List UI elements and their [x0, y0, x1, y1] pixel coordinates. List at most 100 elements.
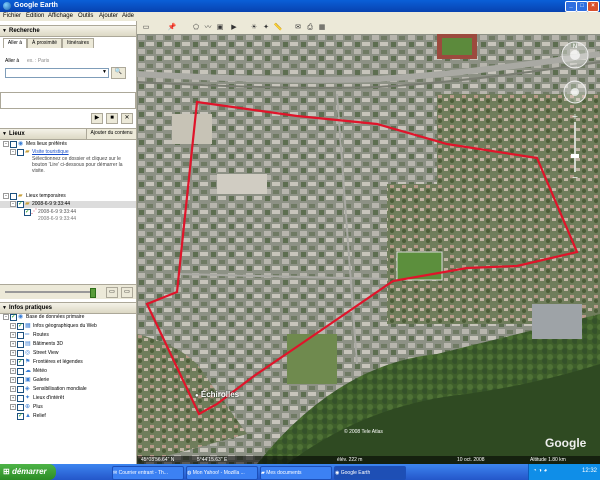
altitude-readout: Altitude 1.80 km [530, 457, 566, 463]
lon-readout: 5°44'15.63" E [197, 457, 228, 463]
search-hint: ex. : Paris [27, 58, 50, 64]
search-label: Aller à [5, 58, 20, 64]
tree-item-temporary-places[interactable]: − ▰ Lieux temporaires [0, 193, 136, 200]
tree-item-my-places[interactable]: − ◉ Mes lieux préférés [0, 141, 136, 148]
layer-item[interactable]: + ═ Routes [0, 332, 136, 339]
menu-affichage[interactable]: Affichage [48, 13, 73, 19]
layer-checkbox[interactable] [17, 358, 24, 366]
dropdown-arrow-icon[interactable]: ▼ [102, 69, 107, 75]
menu-fichier[interactable]: Fichier [3, 13, 21, 19]
lat-readout: 45°08'56.64" N [141, 457, 175, 463]
add-content-button[interactable]: Ajouter du contenu [86, 128, 137, 140]
layer-checkbox[interactable] [17, 386, 24, 393]
stop-button[interactable]: ■ [106, 113, 118, 124]
layer-item[interactable]: −◉Base de données primaire [0, 313, 136, 321]
layer-item[interactable]: +▦Infos géographiques du Web [0, 322, 136, 330]
menu-outils[interactable]: Outils [78, 13, 93, 19]
layer-checkbox[interactable] [17, 404, 24, 411]
slider-thumb[interactable] [90, 288, 96, 298]
layer-checkbox[interactable] [17, 395, 24, 402]
search-button[interactable]: 🔍 [111, 67, 126, 79]
layer-label: Météo [33, 368, 47, 374]
placemark-icon[interactable]: 📌 [167, 23, 177, 32]
poi-icon: ✦ [25, 395, 31, 401]
search-input[interactable]: ▼ [5, 68, 109, 78]
layer-item[interactable]: + ⊕ Plus [0, 404, 136, 411]
layer-item[interactable]: +⚑Frontières et légendes [0, 358, 136, 366]
layer-label: Relief [33, 413, 46, 419]
tree-item-track[interactable]: ⋰ 2008-6-9 9:33:44 [0, 208, 136, 216]
sky-icon[interactable]: ✦ [261, 23, 271, 32]
task-my-documents[interactable]: ▰ Mes documents [260, 466, 332, 480]
overlay-icon[interactable]: ▣ [215, 23, 225, 32]
layer-item[interactable]: + ✦ Lieux d'intérêt [0, 395, 136, 402]
search-panel-header[interactable]: ▼ Recherche [0, 25, 136, 37]
title-bar: Google Earth _ □ × [0, 0, 600, 12]
layer-label: Galerie [33, 377, 50, 383]
layer-item[interactable]: ▲Relief [0, 412, 136, 420]
layer-checkbox[interactable] [17, 368, 24, 375]
tree-item-visite[interactable]: − ▰ Visite touristique [0, 149, 136, 156]
sun-icon[interactable]: ☀ [249, 23, 259, 32]
place-marker-icon: ● [195, 393, 199, 399]
tour-icon[interactable]: ▶ [229, 23, 239, 32]
look-control[interactable]: N [560, 40, 590, 70]
tour-slider[interactable] [5, 291, 93, 293]
search-results [0, 92, 136, 109]
place-label: ● Échirolles [195, 390, 240, 399]
tray-icons[interactable]: ◔ ◑ ◕ [533, 468, 547, 474]
layer-label: Routes [33, 332, 49, 338]
tree-item-track-sub[interactable]: 2008-6-9 9:33:44 [0, 216, 136, 223]
layer-checkbox[interactable] [17, 322, 24, 330]
toolbar: ▭ 📌 ⬠ 〰 ▣ ▶ ☀ ✦ 📏 ✉ ⎙ ▦ [137, 21, 600, 35]
elevation-readout: élév. 222 m [337, 457, 363, 463]
layer-item[interactable]: + ▤ Bâtiments 3D [0, 341, 136, 348]
path-icon[interactable]: 〰 [203, 23, 213, 32]
layer-item[interactable]: + ☁ Météo [0, 368, 136, 375]
task-thunderbird[interactable]: ✉ Courrier entrant - Th... [112, 466, 184, 480]
terrain-icon: ▲ [25, 413, 31, 419]
tree-item-track-selected[interactable]: − ▰ 2008-6-9 9:33:44 [0, 200, 136, 208]
layer-checkbox[interactable] [17, 377, 24, 384]
collapse-arrow-icon[interactable]: ▼ [2, 305, 7, 311]
expand-button[interactable]: ▭ [121, 287, 133, 298]
move-control[interactable] [563, 80, 587, 104]
zoom-slider[interactable]: + − [570, 112, 580, 182]
menu-ajouter[interactable]: Ajouter [99, 13, 118, 19]
layer-label: Infos géographiques du Web [33, 323, 97, 329]
task-google-earth[interactable]: ◉ Google Earth [334, 466, 406, 480]
svg-text:N: N [573, 43, 578, 50]
prev-button[interactable]: ▶ [91, 113, 103, 124]
menu-aide[interactable]: Aide [122, 13, 134, 19]
print-icon[interactable]: ⎙ [305, 23, 315, 32]
layers-panel-header[interactable]: ▼ Infos pratiques [0, 302, 136, 314]
play-tour-button[interactable]: ▭ [106, 287, 118, 298]
layer-item[interactable]: + ◎ Street View [0, 350, 136, 357]
collapse-arrow-icon[interactable]: ▼ [2, 28, 7, 34]
task-firefox[interactable]: ◍ Mon Yahoo! - Mozilla ... [186, 466, 258, 480]
close-button[interactable]: × [587, 1, 599, 12]
layer-checkbox[interactable] [17, 350, 24, 357]
layer-checkbox[interactable] [17, 332, 24, 339]
layer-checkbox[interactable] [10, 313, 17, 321]
path-icon: ⋰ [31, 209, 37, 215]
start-button[interactable]: ⊞ démarrer [0, 464, 56, 480]
email-icon[interactable]: ✉ [293, 23, 303, 32]
layer-checkbox[interactable] [17, 412, 24, 420]
google-earth-icon [3, 2, 11, 10]
clear-button[interactable]: ✕ [121, 113, 133, 124]
google-maps-icon[interactable]: ▦ [317, 23, 327, 32]
menu-bar: Fichier Edition Affichage Outils Ajouter… [0, 12, 600, 21]
layer-item[interactable]: + ▣ Galerie [0, 377, 136, 384]
sidebar-toggle-icon[interactable]: ▭ [141, 23, 151, 32]
sidebar: ▼ Recherche Aller à À proximité Itinérai… [0, 21, 137, 464]
collapse-arrow-icon[interactable]: ▼ [2, 131, 7, 137]
layer-item[interactable]: + ◈ Sensibilisation mondiale [0, 386, 136, 393]
menu-edition[interactable]: Edition [26, 13, 44, 19]
layer-checkbox[interactable] [17, 341, 24, 348]
layer-label: Sensibilisation mondiale [33, 386, 87, 392]
ruler-icon[interactable]: 📏 [273, 23, 283, 32]
map-view[interactable]: N + − ● Échirolles © 2008 Tele Atlas Goog… [137, 34, 600, 464]
polygon-icon[interactable]: ⬠ [191, 23, 201, 32]
globe-icon: ◉ [18, 314, 24, 320]
